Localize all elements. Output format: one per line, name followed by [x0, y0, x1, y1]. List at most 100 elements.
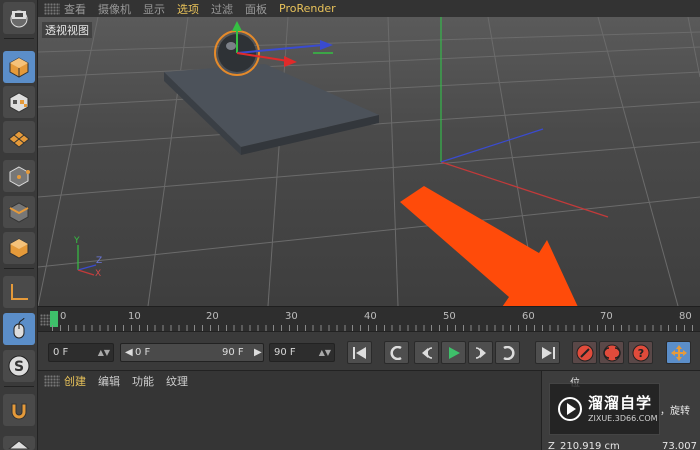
points-cube-icon — [9, 166, 30, 187]
record-key-icon — [576, 344, 593, 361]
spinner-icon[interactable]: ▲▼ — [98, 344, 110, 361]
workplane-button[interactable] — [3, 121, 35, 153]
watermark-title: 溜溜自学 — [588, 394, 653, 412]
menu-function[interactable]: 功能 — [132, 373, 154, 389]
material-grip-handle[interactable] — [44, 375, 60, 387]
menu-edit[interactable]: 编辑 — [98, 373, 120, 389]
orient-z-axis — [77, 264, 97, 271]
end-frame-field[interactable]: 90 F ▲▼ — [269, 343, 335, 362]
spinner-icon[interactable]: ▲▼ — [319, 344, 331, 361]
edges-cube-icon — [9, 202, 29, 223]
annotation-arrow — [400, 186, 578, 306]
orient-x-label: X — [95, 269, 102, 279]
menu-filter[interactable]: 过滤 — [211, 1, 233, 17]
perspective-viewport[interactable]: 透视视图 Y Z X — [38, 17, 700, 306]
snap-s-icon: S — [8, 355, 30, 377]
snap-button[interactable]: S — [3, 350, 35, 382]
next-frame-button[interactable] — [468, 341, 493, 364]
play-button[interactable] — [441, 341, 466, 364]
tweak-mode-button[interactable] — [3, 313, 35, 345]
gizmo-y-arrow[interactable] — [232, 21, 242, 31]
toolbar-divider — [4, 268, 34, 269]
polygons-cube-icon — [9, 238, 29, 259]
menu-create[interactable]: 创建 — [64, 373, 86, 389]
watermark-subtitle: ZIXUE.3D66.COM — [588, 414, 658, 423]
texture-mode-button[interactable] — [3, 86, 35, 118]
start-frame-value: 0 F — [53, 347, 69, 358]
edges-mode-button[interactable] — [3, 196, 35, 228]
viewport-menu-bar: 查看 摄像机 显示 选项 过滤 面板 ProRender — [38, 0, 700, 17]
question-key-icon: ? — [632, 344, 649, 361]
start-frame-field[interactable]: 0 F ▲▼ — [48, 343, 114, 362]
skip-end-icon — [541, 346, 555, 359]
camera-globe-icon — [10, 10, 28, 28]
end-frame-value: 90 F — [274, 347, 296, 358]
menu-display[interactable]: 显示 — [143, 1, 165, 17]
plane-object[interactable] — [164, 64, 379, 155]
go-to-start-button[interactable] — [347, 341, 372, 364]
tick-label: 20 — [206, 311, 219, 322]
range-right-handle-icon[interactable]: ▶ — [254, 344, 262, 361]
autokey-icon — [602, 344, 621, 361]
grid-icon — [8, 440, 30, 449]
z-axis-label: Z — [548, 441, 555, 450]
menu-panel[interactable]: 面板 — [245, 1, 267, 17]
viewport-title: 透视视图 — [42, 22, 92, 38]
orient-z-label: Z — [96, 256, 103, 266]
keyframe-selection-button[interactable]: ? — [628, 341, 653, 364]
svg-text:?: ? — [637, 347, 643, 360]
material-menu-bar: 创建 编辑 功能 纹理 — [38, 371, 538, 391]
menu-camera[interactable]: 摄像机 — [98, 1, 131, 17]
polygons-mode-button[interactable] — [3, 232, 35, 264]
position-key-button[interactable] — [666, 341, 691, 364]
left-tool-palette: S — [0, 0, 38, 450]
tick-label: 50 — [443, 311, 456, 322]
prev-frame-icon — [421, 346, 432, 359]
range-left-handle-icon[interactable]: ◀ — [125, 344, 133, 361]
axis-mode-button[interactable] — [3, 276, 35, 308]
next-frame-icon — [475, 346, 486, 359]
tick-label: 70 — [600, 311, 613, 322]
play-logo-icon — [558, 397, 582, 421]
prev-key-icon — [390, 345, 402, 360]
tick-label: 30 — [285, 311, 298, 322]
menu-view[interactable]: 查看 — [64, 1, 86, 17]
menu-options[interactable]: 选项 — [177, 1, 199, 17]
move-arrows-icon — [670, 344, 687, 361]
z-position-value: 210.919 cm — [560, 441, 620, 450]
toolbar-divider — [4, 386, 34, 387]
previous-key-button[interactable] — [384, 341, 409, 364]
menu-prorender[interactable]: ProRender — [279, 2, 336, 15]
magnet-tool-button[interactable] — [3, 394, 35, 426]
record-active-objects-button[interactable] — [572, 341, 597, 364]
autokeying-button[interactable] — [599, 341, 624, 364]
mouse-icon — [13, 317, 25, 339]
transport-bar: 0 F ▲▼ ◀ 0 F 90 F ▶ 90 F ▲▼ ? — [38, 331, 700, 371]
cube-icon — [9, 57, 29, 78]
gizmo-z-arrow[interactable] — [320, 40, 333, 50]
grid-tool-button[interactable] — [3, 436, 35, 450]
points-mode-button[interactable] — [3, 160, 35, 192]
frame-range-slider[interactable]: ◀ 0 F 90 F ▶ — [120, 343, 264, 362]
menu-grip-handle[interactable] — [44, 2, 60, 15]
magnet-icon — [11, 403, 27, 420]
watermark-badge: 溜溜自学 ZIXUE.3D66.COM — [549, 383, 660, 435]
previous-frame-button[interactable] — [414, 341, 439, 364]
world-z-axis — [440, 128, 544, 163]
range-end-value: 90 F — [222, 347, 244, 358]
timeline-ruler[interactable]: 0 10 20 30 40 50 60 70 80 — [38, 306, 700, 331]
camera-tool-button[interactable] — [3, 2, 35, 34]
tick-label: 10 — [128, 311, 141, 322]
grid-plane-icon — [8, 130, 30, 148]
tick-label: 0 — [60, 311, 67, 322]
menu-texture[interactable]: 纹理 — [166, 373, 188, 389]
floor-grid — [38, 17, 700, 306]
model-mode-button[interactable] — [3, 51, 35, 83]
orient-x-axis — [77, 269, 95, 276]
next-key-icon — [502, 345, 514, 360]
next-key-button[interactable] — [495, 341, 520, 364]
orient-y-label: Y — [74, 236, 80, 246]
toolbar-divider — [4, 38, 34, 39]
go-to-end-button[interactable] — [535, 341, 560, 364]
tick-label: 60 — [522, 311, 535, 322]
